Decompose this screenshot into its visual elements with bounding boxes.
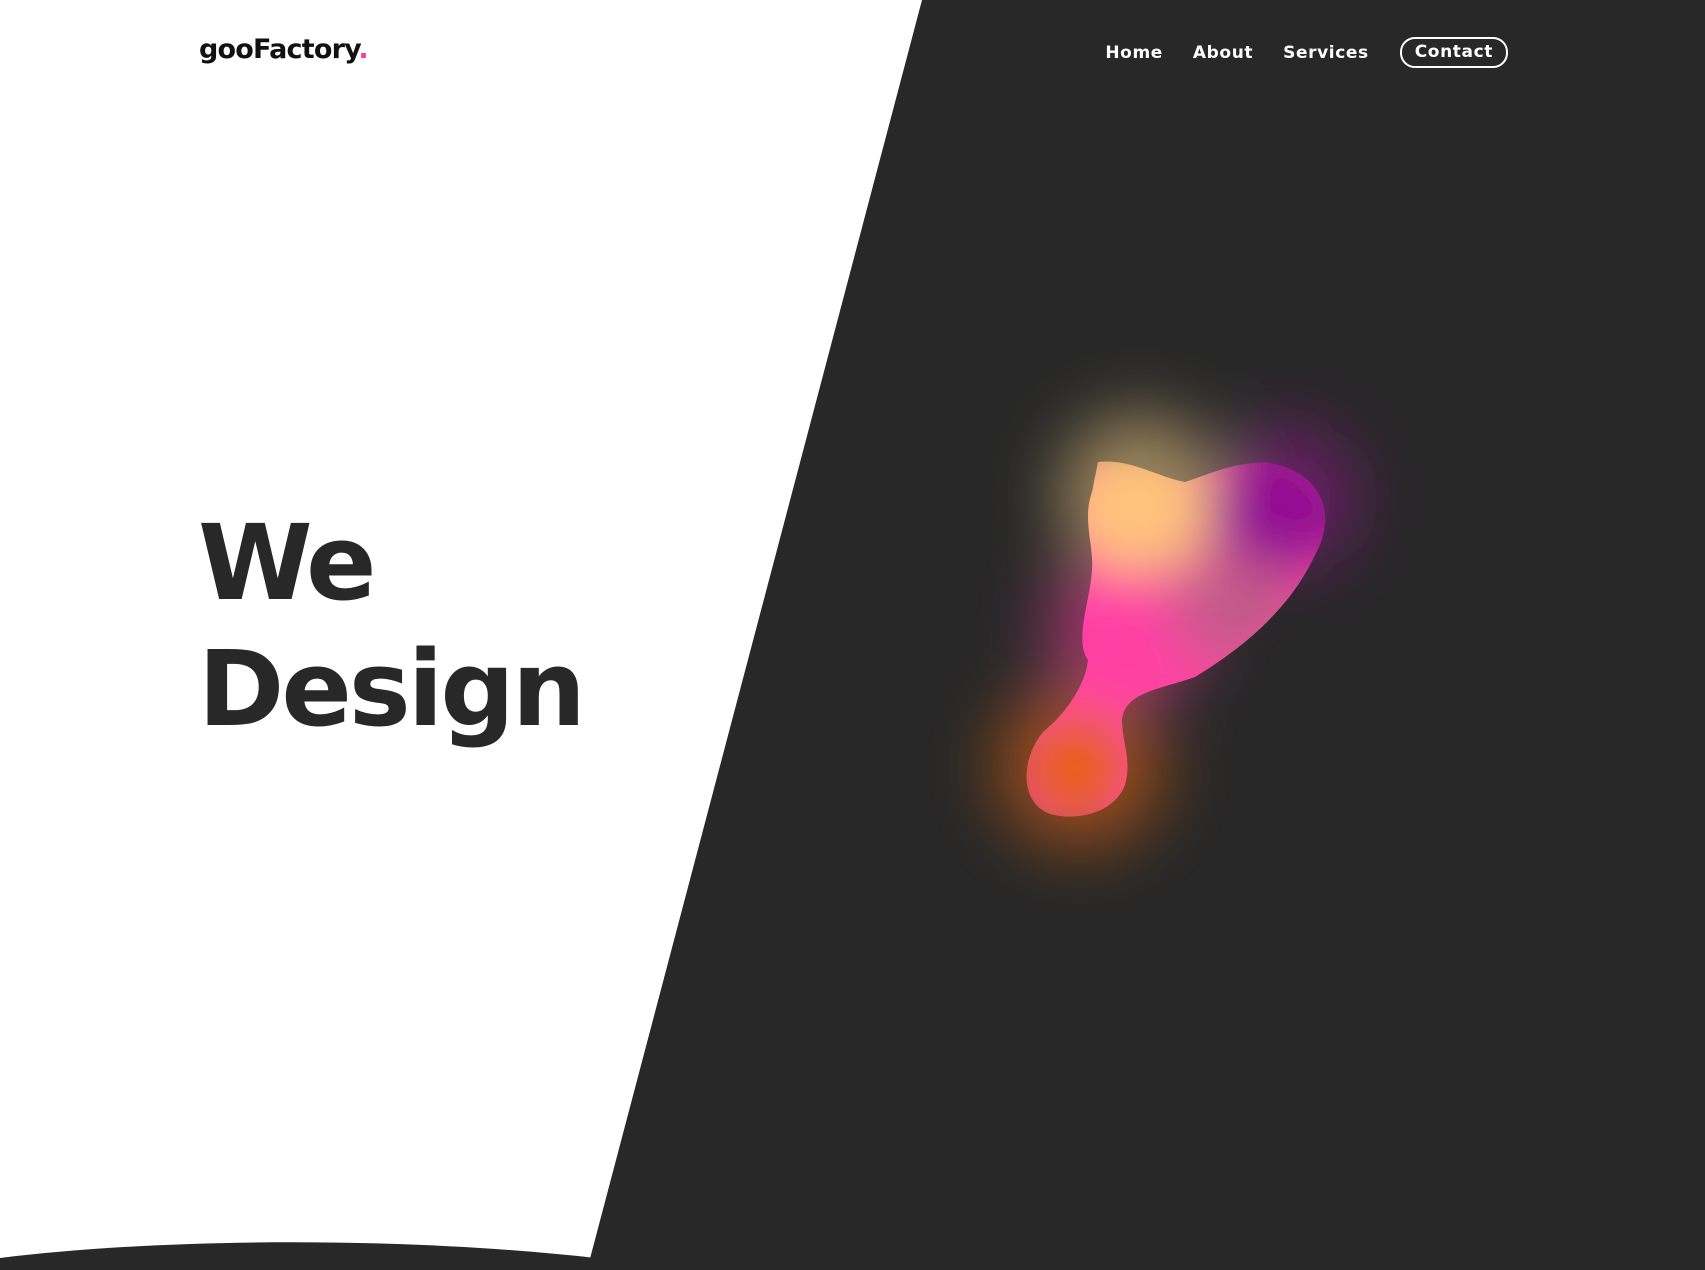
brand-logo[interactable]: gooFactory.: [199, 30, 369, 70]
nav-about-link[interactable]: About: [1193, 38, 1253, 68]
main-nav: Home About Services Contact: [1075, 37, 1508, 68]
headline-line-2: Design: [198, 628, 586, 750]
brand-dot: .: [358, 34, 368, 65]
bottom-wave: [0, 1242, 595, 1270]
hero-section: gooFactory. Home About Services Contact …: [0, 0, 1705, 1270]
contact-button[interactable]: Contact: [1399, 37, 1508, 68]
nav-home-link[interactable]: Home: [1105, 38, 1163, 68]
hero-headline: We Design: [198, 500, 586, 752]
nav-services-link[interactable]: Services: [1283, 38, 1369, 68]
brand-name: gooFactory: [199, 34, 359, 65]
headline-line-1: We: [198, 502, 377, 624]
